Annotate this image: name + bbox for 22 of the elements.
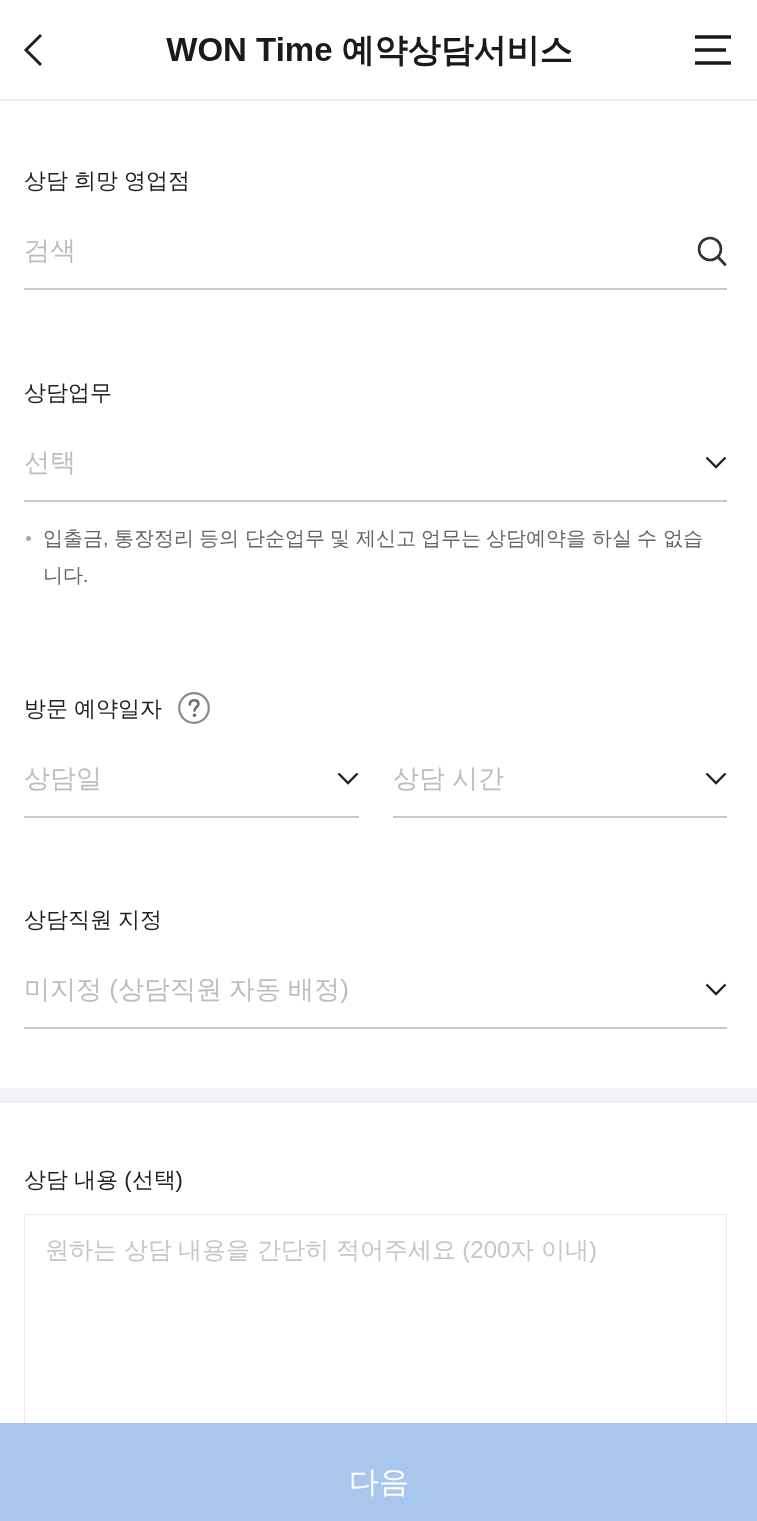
field-label: 방문 예약일자 xyxy=(24,694,163,723)
chevron-down-icon xyxy=(705,771,727,785)
field-label: 상담직원 지정 xyxy=(24,906,164,934)
field-label: 상담업무 xyxy=(24,379,113,407)
search-icon xyxy=(697,236,727,267)
help-icon[interactable] xyxy=(178,692,211,724)
page-title: WON Time 예약상담서비스 xyxy=(165,29,574,70)
dropdown-field[interactable]: 상담 시간 xyxy=(392,752,727,818)
dropdown-field[interactable]: 미지정 (상담직원 자동 배정) xyxy=(24,963,727,1029)
chevron-down-icon xyxy=(705,455,727,469)
search-field[interactable]: 검색 xyxy=(24,224,727,290)
field-label: 상담 내용 (선택) xyxy=(24,1166,184,1194)
back-icon[interactable] xyxy=(22,32,44,67)
chevron-down-icon xyxy=(336,771,359,785)
dropdown-field[interactable]: 선택 xyxy=(24,436,727,502)
note-text: 입출금, 통장정리 등의 단순업무 및 제신고 업무는 상담예약을 하실 수 없습니다. xyxy=(43,526,704,588)
bullet-icon xyxy=(26,536,31,541)
chevron-down-icon xyxy=(705,982,727,996)
menu-icon[interactable] xyxy=(695,34,731,65)
field-label: 상담 희망 영업점 xyxy=(24,167,192,195)
message-textarea[interactable]: 원하는 상담 내용을 간단히 적어주세요 (200자 이내) xyxy=(24,1214,727,1423)
dropdown-field[interactable]: 상담일 xyxy=(24,752,359,818)
